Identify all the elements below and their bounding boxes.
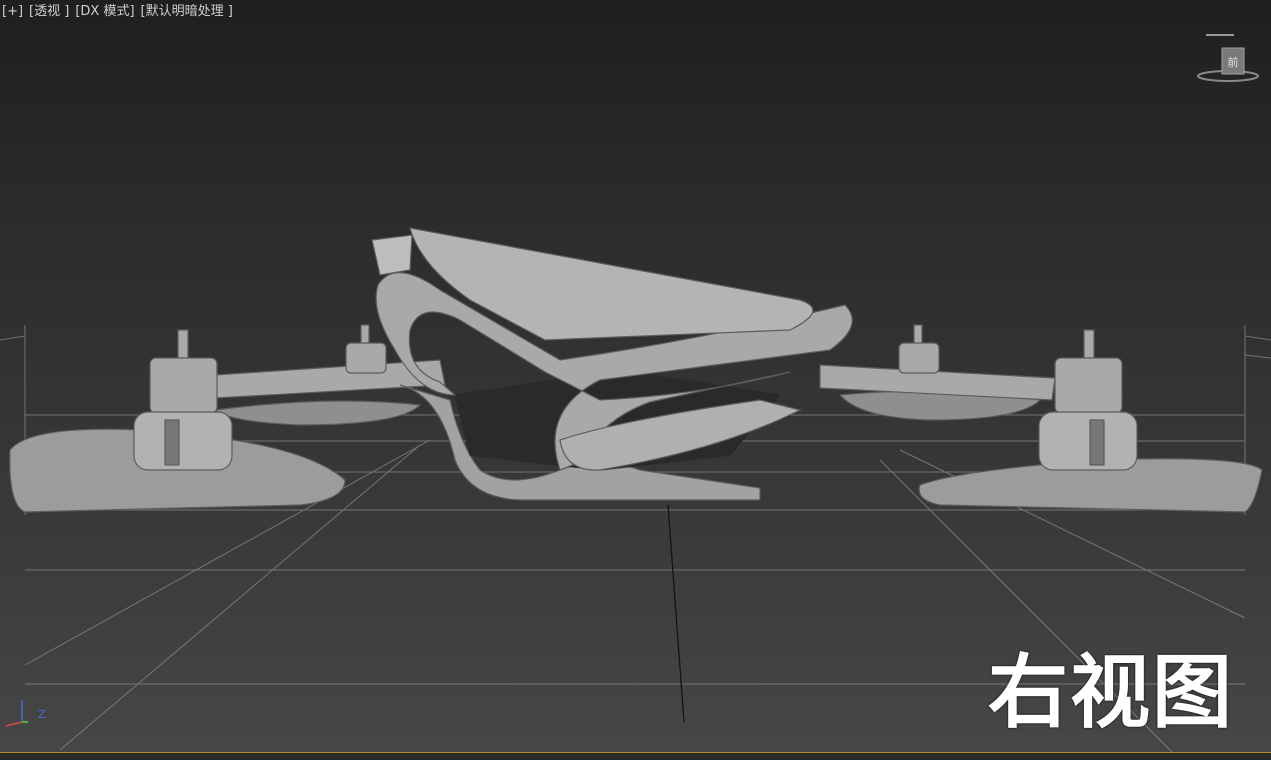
viewcube-top-edge: [1206, 34, 1234, 36]
right-rear-motor: [898, 324, 940, 374]
axis-tripod: Z: [5, 700, 46, 727]
viewport-general-menu[interactable]: [+]: [2, 3, 23, 21]
viewport-point-of-view-menu[interactable]: [透视 ]: [29, 3, 69, 21]
viewcube[interactable]: 前: [1196, 34, 1260, 86]
left-rear-motor: [345, 324, 387, 374]
left-rear-guard: [213, 400, 422, 426]
left-motor: [133, 329, 233, 471]
right-motor: [1038, 329, 1138, 471]
world-axis-line: [667, 504, 685, 723]
drone-model[interactable]: [9, 227, 1263, 513]
timeline-strip[interactable]: [0, 752, 1271, 760]
top-plate-edge: [371, 234, 413, 276]
viewport-right-view[interactable]: [+] [透视 ] [DX 模式] [默认明暗处理 ] 前 Z 右视图: [0, 0, 1271, 760]
viewport-label-menu: [+] [透视 ] [DX 模式] [默认明暗处理 ]: [2, 3, 233, 21]
viewport-shading-menu[interactable]: [默认明暗处理 ]: [141, 3, 233, 21]
view-name-overlay: 右视图: [988, 646, 1234, 739]
axis-z-label: Z: [38, 708, 46, 721]
viewport-renderer-menu[interactable]: [DX 模式]: [75, 3, 134, 21]
axis-x-line: [5, 721, 23, 727]
viewcube-face-label: 前: [1228, 55, 1239, 69]
